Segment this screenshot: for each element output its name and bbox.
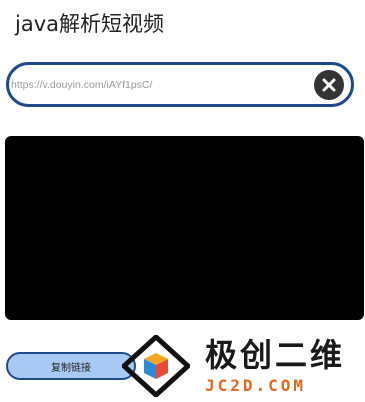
- close-icon: [321, 77, 337, 93]
- watermark-logo-icon: [122, 335, 190, 397]
- watermark: 极创二维 JC2D.COM: [122, 333, 358, 399]
- page-title: java解析短视频: [15, 12, 164, 36]
- video-player[interactable]: [5, 136, 364, 320]
- copy-link-label: 复制链接: [51, 362, 91, 374]
- copy-link-button[interactable]: 复制链接: [6, 352, 136, 380]
- url-input[interactable]: [11, 75, 301, 95]
- clear-button[interactable]: [314, 70, 344, 100]
- watermark-domain: JC2D.COM: [205, 376, 307, 395]
- url-input-container: [6, 62, 354, 107]
- watermark-name: 极创二维: [205, 336, 346, 374]
